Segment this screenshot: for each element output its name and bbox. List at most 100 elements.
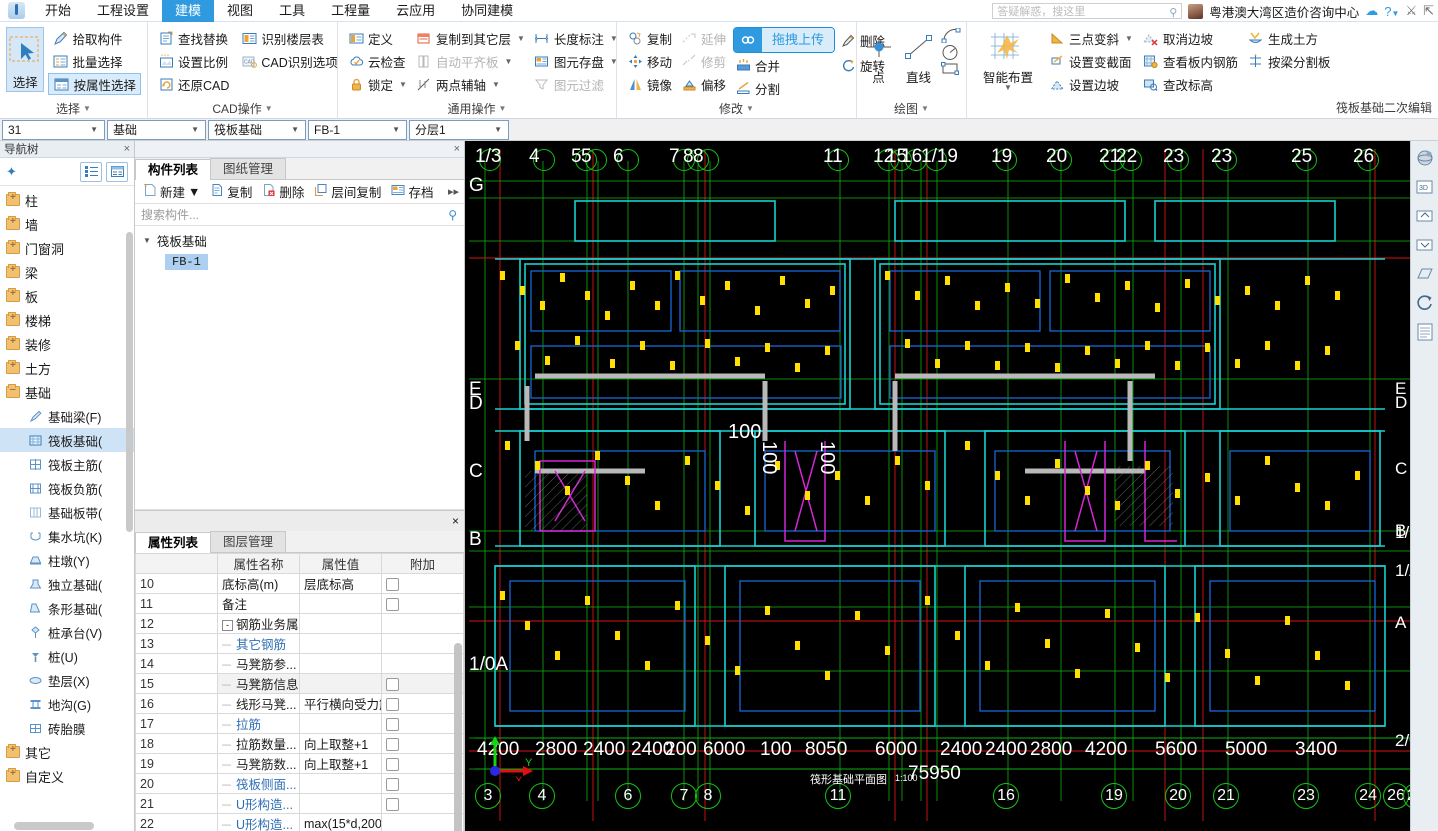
view-slab-rebar-button[interactable]: 查看板内钢筋: [1139, 50, 1242, 72]
legend-icon[interactable]: [1414, 321, 1436, 343]
list-view-icon[interactable]: [80, 161, 102, 182]
copy-component-button[interactable]: 复制: [205, 182, 257, 201]
chevron-down-icon[interactable]: ▼: [188, 185, 200, 199]
restore-icon[interactable]: ⇱: [1423, 3, 1434, 19]
down-icon[interactable]: [1414, 234, 1436, 256]
restore-cad-button[interactable]: 还原CAD: [154, 73, 233, 95]
close-icon[interactable]: ×: [452, 514, 459, 528]
table-row[interactable]: 17 ─ 拉筋: [135, 713, 464, 734]
table-row[interactable]: 21 ─ U形构造...: [135, 793, 464, 814]
property-name-cell[interactable]: ─ 马凳筋信息: [217, 673, 300, 694]
sidebar-item-17[interactable]: 条形基础(: [0, 596, 134, 620]
merge-button[interactable]: 合并: [731, 54, 835, 76]
filter-element-button[interactable]: 图元过滤: [530, 73, 622, 95]
property-name-cell[interactable]: ─ U形构造...: [217, 793, 300, 814]
attach-cell[interactable]: [381, 693, 464, 714]
close-icon[interactable]: ×: [124, 143, 130, 155]
expander-icon[interactable]: -: [222, 620, 233, 632]
headset-icon[interactable]: ☁: [1365, 3, 1378, 19]
help-icon[interactable]: ?▼: [1384, 4, 1399, 19]
sidebar-item-6[interactable]: 装修: [0, 332, 134, 356]
perspective-icon[interactable]: [1414, 263, 1436, 285]
sidebar-item-13[interactable]: 基础板带(: [0, 500, 134, 524]
property-value-cell[interactable]: max(15*d,200): [299, 813, 382, 831]
menu-item-quantity[interactable]: 工程量: [318, 0, 383, 22]
component-type-select[interactable]: 筏板基础 ▼: [208, 119, 306, 140]
attach-cell[interactable]: [381, 793, 464, 814]
offset-button[interactable]: 偏移: [677, 73, 730, 95]
tab-property-list[interactable]: 属性列表: [135, 532, 212, 553]
property-value-cell[interactable]: 平行横向受力筋: [299, 693, 382, 714]
attach-checkbox[interactable]: [386, 777, 399, 791]
property-name-cell[interactable]: ─ 拉筋: [217, 713, 300, 734]
component-search-input[interactable]: 搜索构件... ⚲: [135, 204, 464, 226]
table-row[interactable]: 12-钢筋业务属性: [135, 613, 464, 634]
circle-icon[interactable]: [941, 44, 963, 61]
pick-component-button[interactable]: 拾取构件: [48, 27, 141, 49]
shirt-icon[interactable]: ⚔: [1405, 3, 1417, 19]
sidebar-item-15[interactable]: 柱墩(Y): [0, 548, 134, 572]
split-slab-by-beam-button[interactable]: 按梁分割板: [1244, 50, 1335, 72]
attach-checkbox[interactable]: [386, 577, 399, 591]
rectangle-icon[interactable]: [940, 61, 963, 77]
three-point-slope-button[interactable]: 三点变斜 ▼: [1045, 27, 1137, 49]
chevron-down-icon[interactable]: ▼: [388, 125, 404, 134]
property-value-cell[interactable]: 向上取整+1: [299, 753, 382, 774]
property-name-cell[interactable]: 备注: [217, 593, 300, 614]
sidebar-item-1[interactable]: 墙: [0, 212, 134, 236]
sidebar-item-10[interactable]: 筏板基础(: [0, 428, 134, 452]
sidebar-item-19[interactable]: 桩(U): [0, 644, 134, 668]
tab-layer-management[interactable]: 图层管理: [210, 531, 287, 552]
two-point-aux-axis-button[interactable]: 两点辅轴 ▼: [412, 73, 529, 95]
attach-cell[interactable]: [381, 613, 464, 634]
table-row[interactable]: 14 ─ 马凳筋参...: [135, 653, 464, 674]
smart-layout-button[interactable]: 智能布置 ▼: [973, 27, 1043, 92]
sidebar-item-12[interactable]: 筏板负筋(: [0, 476, 134, 500]
menu-item-view[interactable]: 视图: [214, 0, 266, 22]
up-icon[interactable]: [1414, 205, 1436, 227]
generate-earthwork-button[interactable]: 生成土方: [1244, 27, 1335, 49]
drag-upload-pill[interactable]: 拖拽上传: [733, 27, 836, 53]
chevron-down-icon[interactable]: ▼: [490, 125, 506, 134]
search-input[interactable]: 答疑解惑，搜这里 ⚲: [992, 3, 1183, 19]
attach-cell[interactable]: [381, 593, 464, 614]
table-row[interactable]: 15 ─ 马凳筋信息: [135, 673, 464, 694]
check-elevation-button[interactable]: 查改标高: [1139, 73, 1242, 95]
menu-item-tools[interactable]: 工具: [266, 0, 318, 22]
sidebar-item-3[interactable]: 梁: [0, 260, 134, 284]
property-value-cell[interactable]: [299, 713, 382, 734]
sidebar-item-4[interactable]: 板: [0, 284, 134, 308]
cancel-slope-button[interactable]: 取消边坡: [1139, 27, 1242, 49]
table-row[interactable]: 22 ─ U形构造... max(15*d,200): [135, 813, 464, 831]
chevron-down-icon[interactable]: ▼: [86, 125, 102, 134]
chevron-down-icon[interactable]: ▼: [187, 125, 203, 134]
attach-checkbox[interactable]: [386, 757, 399, 771]
attach-checkbox[interactable]: [386, 677, 399, 691]
attach-checkbox[interactable]: [386, 737, 399, 751]
view-3d-icon[interactable]: 3D: [1414, 176, 1436, 198]
orbit-icon[interactable]: [1414, 147, 1436, 169]
table-row[interactable]: 16─线形马凳...平行横向受力筋: [135, 693, 464, 714]
attach-cell[interactable]: [381, 673, 464, 694]
property-name-cell[interactable]: ─ 线形马凳...: [217, 693, 300, 714]
category-select[interactable]: 基础 ▼: [107, 119, 206, 140]
archive-button[interactable]: 存档: [386, 182, 438, 201]
copy-to-other-floor-button[interactable]: 复制到其它层 ▼: [412, 27, 529, 49]
property-name-cell[interactable]: ─ 马凳筋参...: [217, 653, 300, 674]
sidebar-item-23[interactable]: 其它: [0, 740, 134, 764]
attach-checkbox[interactable]: [386, 697, 399, 711]
sidebar-item-2[interactable]: 门窗洞: [0, 236, 134, 260]
set-slope-button[interactable]: 设置边坡: [1045, 73, 1137, 95]
property-name-cell[interactable]: ─ 筏板侧面...: [217, 773, 300, 794]
property-value-cell[interactable]: 层底标高: [299, 573, 382, 594]
length-dimension-button[interactable]: 长度标注 ▼: [530, 27, 622, 49]
nav-horizontal-scrollbar[interactable]: [0, 820, 134, 831]
sidebar-item-7[interactable]: 土方: [0, 356, 134, 380]
property-value-cell[interactable]: 向上取整+1: [299, 733, 382, 754]
property-name-cell[interactable]: ─ 拉筋数量...: [217, 733, 300, 754]
avatar[interactable]: [1188, 3, 1204, 19]
drag-upload-button[interactable]: 拖拽上传: [731, 27, 836, 53]
component-group-raft[interactable]: ▼ 筏板基础: [135, 230, 464, 251]
property-name-cell[interactable]: ─ 马凳筋数...: [217, 753, 300, 774]
attach-cell[interactable]: [381, 573, 464, 594]
